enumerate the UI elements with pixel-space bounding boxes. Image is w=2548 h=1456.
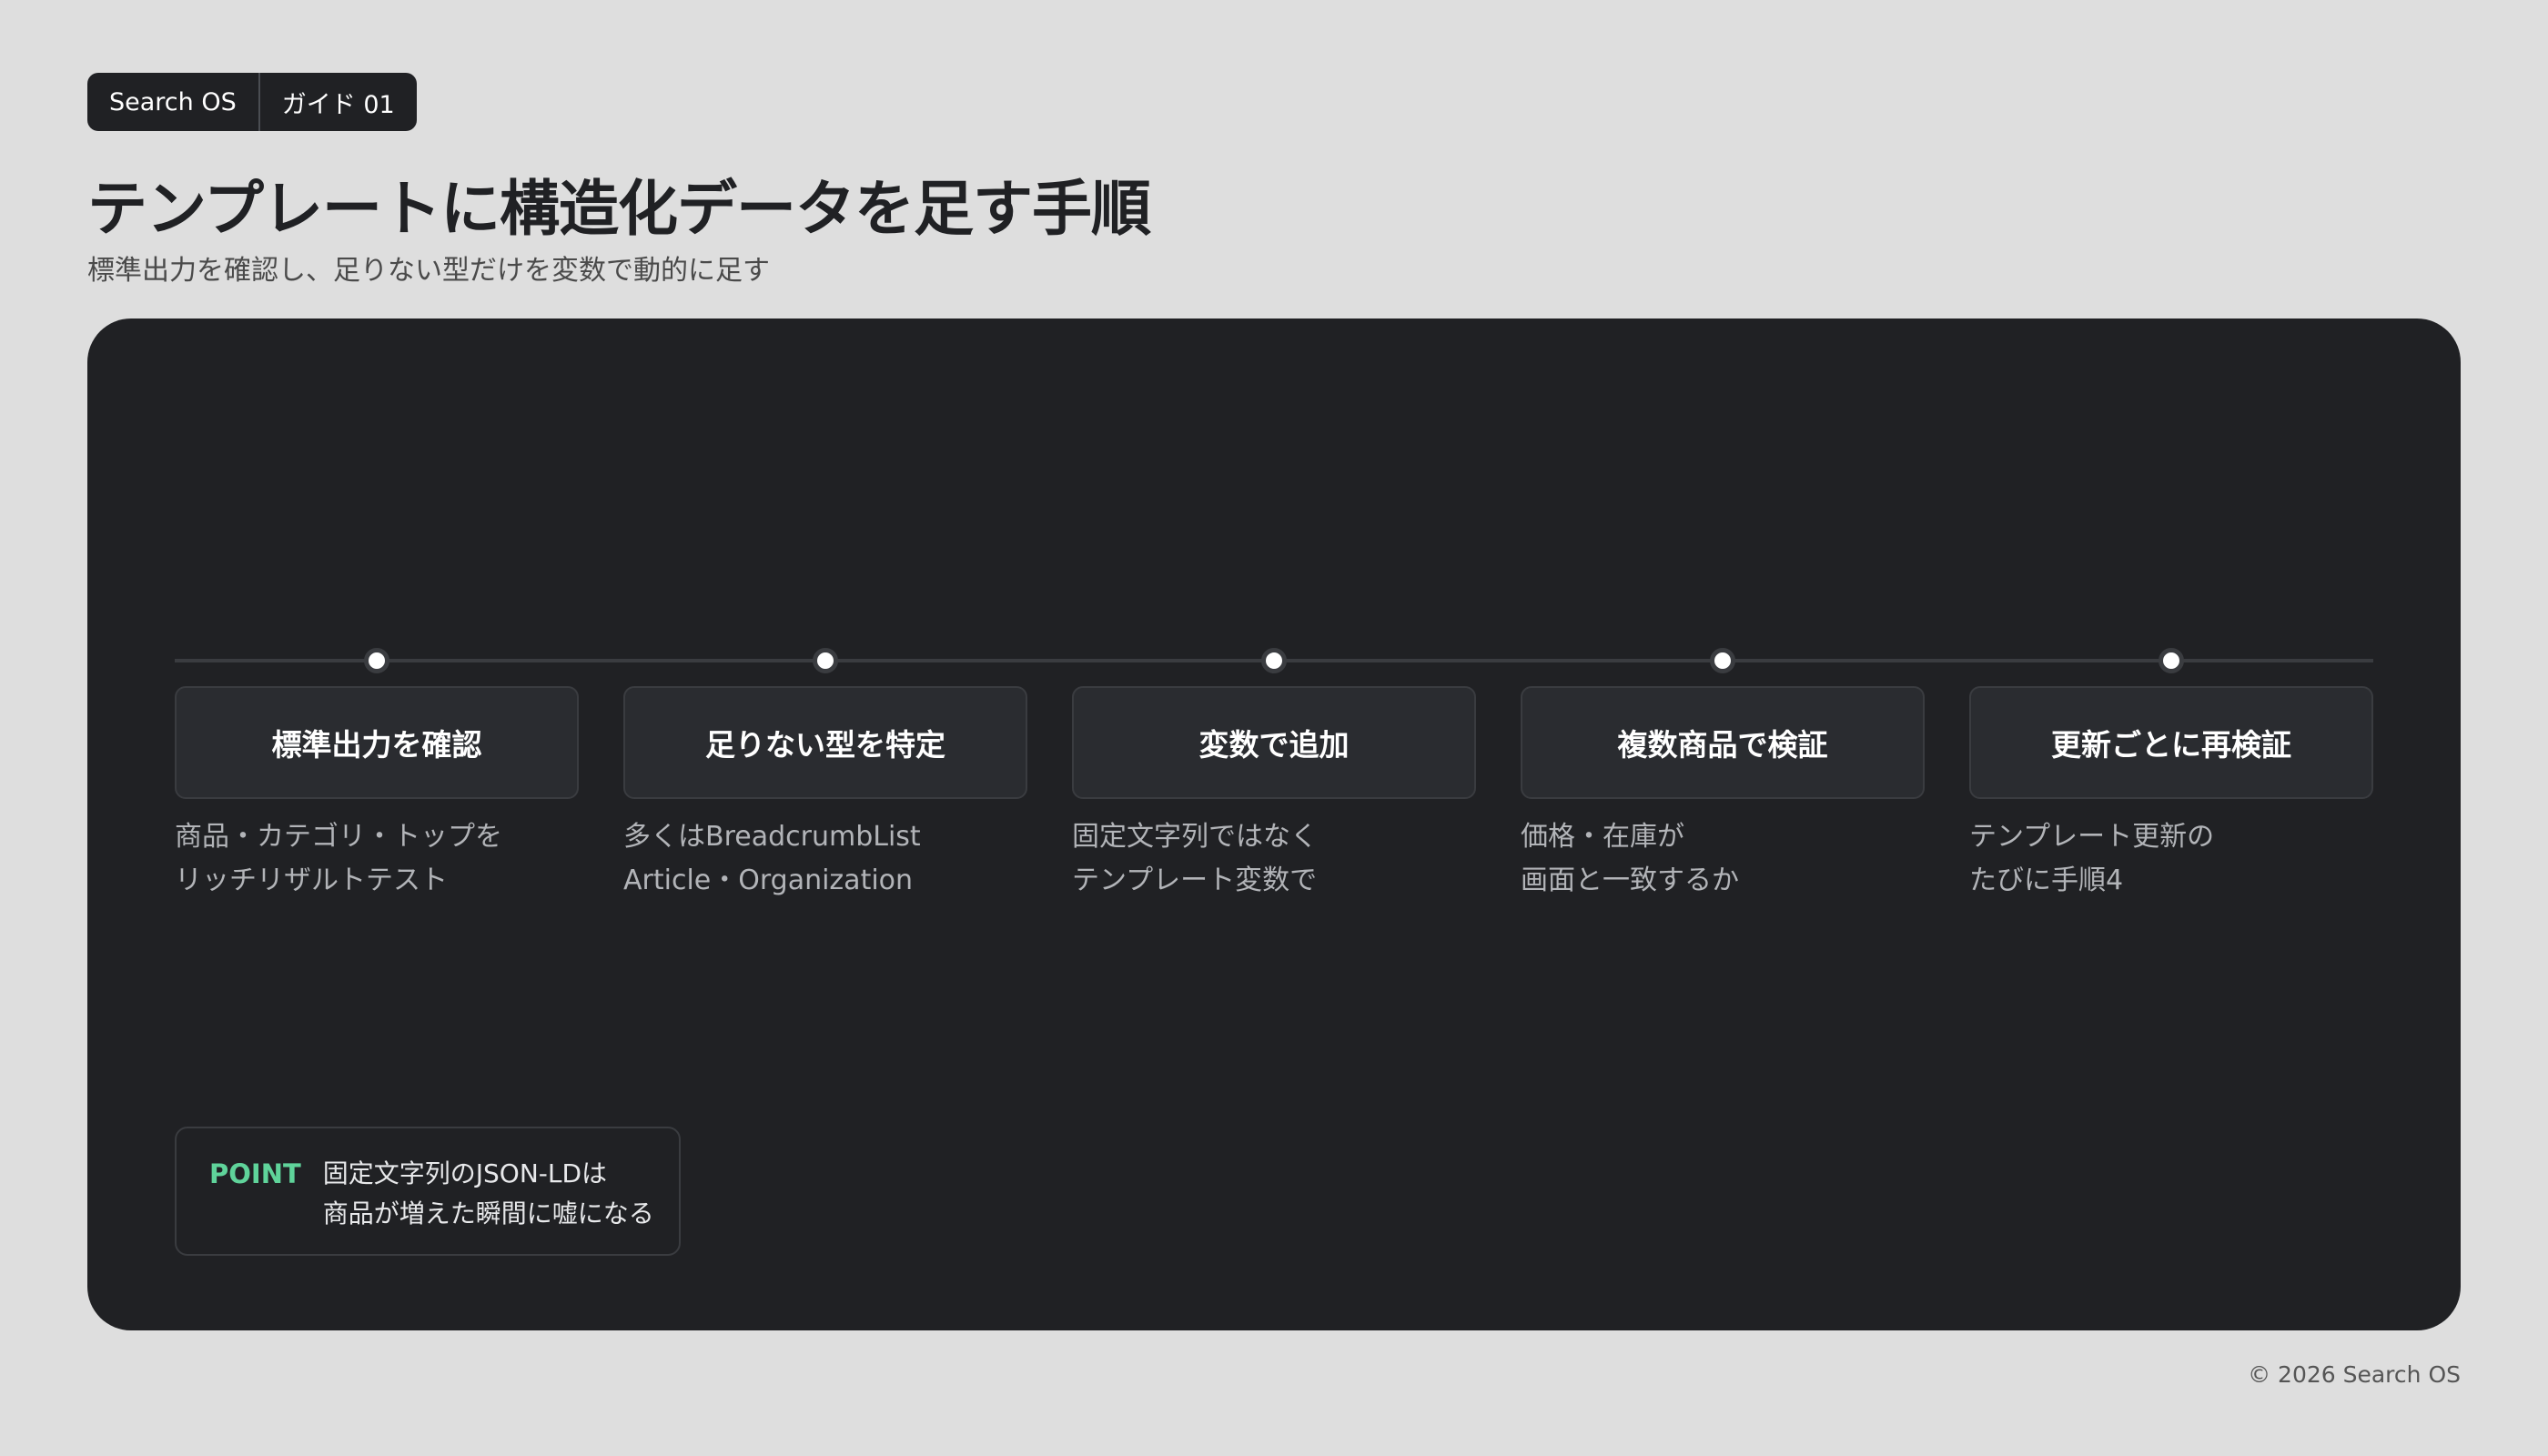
step-3-description: 固定文字列ではなく テンプレート変数で bbox=[1072, 815, 1491, 903]
step-3-desc-line: 固定文字列ではなく bbox=[1072, 821, 1318, 853]
timeline-dot bbox=[1710, 648, 1735, 673]
step-1-description: 商品・カテゴリ・トップを リッチリザルトテスト bbox=[175, 815, 593, 903]
step-2-desc-line: Article・Organization bbox=[623, 864, 914, 896]
step-2-description: 多くはBreadcrumbList Article・Organization bbox=[623, 815, 1042, 903]
step-3-box: 変数で追加 bbox=[1072, 686, 1476, 799]
step-5-desc-line: たびに手順4 bbox=[1969, 864, 2124, 896]
step-5-desc-line: テンプレート更新の bbox=[1969, 821, 2215, 853]
page-subtitle: 標準出力を確認し、足りない型だけを変数で動的に足す bbox=[87, 255, 770, 287]
guide-label: ガイド 01 bbox=[281, 90, 395, 119]
page-title: テンプレートに構造化データを足す手順 bbox=[87, 174, 1151, 244]
steps-panel: 標準出力を確認 足りない型を特定 変数で追加 複数商品で検証 更新ごとに再検証 … bbox=[87, 318, 2461, 1330]
step-2-box: 足りない型を特定 bbox=[623, 686, 1027, 799]
copyright-footer: © 2026 Search OS bbox=[2248, 1361, 2461, 1388]
step-1-desc-line: 商品・カテゴリ・トップを bbox=[175, 821, 502, 853]
step-4-desc-line: 価格・在庫が bbox=[1521, 821, 1684, 853]
timeline-dot bbox=[813, 648, 838, 673]
timeline-dot bbox=[1261, 648, 1287, 673]
point-text-line: 商品が増えた瞬間に嘘になる bbox=[322, 1198, 654, 1228]
brand-label: Search OS bbox=[109, 87, 237, 116]
step-5-box: 更新ごとに再検証 bbox=[1969, 686, 2373, 799]
step-5-description: テンプレート更新の たびに手順4 bbox=[1969, 815, 2388, 903]
point-label: POINT bbox=[209, 1158, 301, 1189]
brand-badge: Search OS ガイド 01 bbox=[87, 73, 417, 131]
timeline-dot bbox=[364, 648, 389, 673]
step-3-desc-line: テンプレート変数で bbox=[1072, 864, 1318, 896]
timeline-dot bbox=[2159, 648, 2184, 673]
step-4-box: 複数商品で検証 bbox=[1521, 686, 1925, 799]
point-callout: POINT 固定文字列のJSON-LDは 商品が増えた瞬間に嘘になる bbox=[175, 1127, 681, 1256]
point-text-line: 固定文字列のJSON-LDは bbox=[322, 1158, 608, 1188]
slide: Search OS ガイド 01 テンプレートに構造化データを足す手順 標準出力… bbox=[0, 0, 2548, 1456]
step-2-desc-line: 多くはBreadcrumbList bbox=[623, 821, 921, 853]
step-1-box: 標準出力を確認 bbox=[175, 686, 579, 799]
point-text: 固定文字列のJSON-LDは 商品が増えた瞬間に嘘になる bbox=[323, 1154, 654, 1254]
step-4-desc-line: 画面と一致するか bbox=[1521, 864, 1739, 896]
step-4-description: 価格・在庫が 画面と一致するか bbox=[1521, 815, 1939, 903]
step-1-desc-line: リッチリザルトテスト bbox=[175, 864, 448, 896]
